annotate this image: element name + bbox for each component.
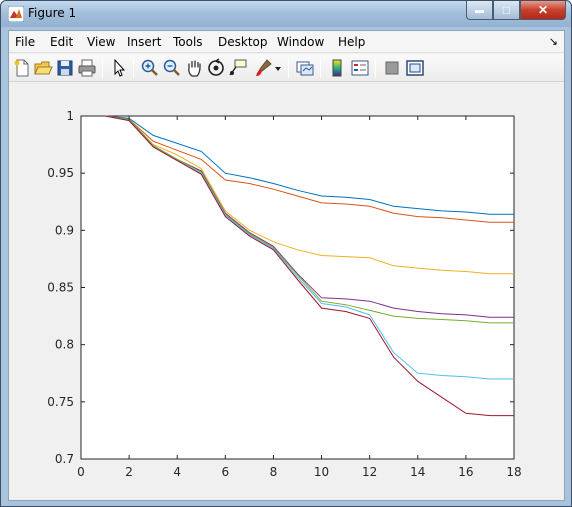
menu-help[interactable]: Help <box>338 35 365 49</box>
figure-toolbar <box>9 54 564 82</box>
menu-view[interactable]: View <box>87 35 115 49</box>
x-tick-label: 8 <box>270 465 278 479</box>
insert-legend-icon[interactable] <box>350 58 370 78</box>
y-tick-label: 0.75 <box>47 395 74 409</box>
menu-insert[interactable]: Insert <box>127 35 161 49</box>
data-cursor-icon[interactable] <box>228 58 248 78</box>
figure-window: Figure 1 ▬ □ ✕ File Edit View Insert Too… <box>0 0 572 507</box>
dock-arrow-icon[interactable]: ↘ <box>549 35 558 48</box>
x-tick-label: 0 <box>77 465 85 479</box>
minimize-button[interactable]: ▬ <box>466 1 493 20</box>
line-chart[interactable]: 0 2 4 6 8 10 12 14 16 18 0.7 0.75 0.8 0.85 0.9 0.95 1 <box>9 83 564 500</box>
close-icon: ✕ <box>537 3 549 17</box>
x-tick-label: 6 <box>222 465 230 479</box>
figure-client-area: File Edit View Insert Tools Desktop Wind… <box>8 30 565 501</box>
menu-desktop[interactable]: Desktop <box>218 35 268 49</box>
menu-file[interactable]: File <box>15 35 35 49</box>
hide-plot-tools-icon[interactable] <box>382 58 402 78</box>
toolbar-separator <box>102 58 103 78</box>
x-tick-label: 10 <box>314 465 329 479</box>
x-tick-label: 14 <box>410 465 425 479</box>
axes-background <box>80 115 515 460</box>
window-title: Figure 1 <box>28 6 77 20</box>
title-bar[interactable]: Figure 1 ▬ □ ✕ <box>1 1 571 27</box>
brush-icon[interactable] <box>253 58 273 78</box>
x-tick-label: 12 <box>362 465 377 479</box>
x-tick-label: 18 <box>506 465 521 479</box>
toolbar-separator <box>375 58 376 78</box>
link-plot-icon[interactable] <box>295 58 315 78</box>
pan-hand-icon[interactable] <box>184 58 204 78</box>
y-tick-label: 0.9 <box>55 223 74 237</box>
open-file-icon[interactable] <box>33 58 53 78</box>
brush-dropdown-icon[interactable] <box>273 58 283 78</box>
edit-plot-pointer-icon[interactable] <box>109 58 129 78</box>
minimize-icon: ▬ <box>475 5 484 15</box>
menu-bar: File Edit View Insert Tools Desktop Wind… <box>9 31 564 53</box>
maximize-icon: □ <box>502 3 511 17</box>
print-icon[interactable] <box>77 58 97 78</box>
y-tick-label: 0.85 <box>47 281 74 295</box>
matlab-logo-icon <box>8 6 24 22</box>
toolbar-separator <box>288 58 289 78</box>
zoom-out-icon[interactable] <box>162 58 182 78</box>
show-plot-tools-icon[interactable] <box>405 58 425 78</box>
save-icon[interactable] <box>55 58 75 78</box>
menu-edit[interactable]: Edit <box>50 35 73 49</box>
x-tick-label: 16 <box>458 465 473 479</box>
x-tick-label: 2 <box>125 465 133 479</box>
y-tick-label: 0.8 <box>55 338 74 352</box>
y-tick-label: 0.7 <box>55 452 74 466</box>
rotate-3d-icon[interactable] <box>206 58 226 78</box>
y-tick-label: 0.95 <box>47 166 74 180</box>
zoom-in-icon[interactable] <box>140 58 160 78</box>
x-tick-label: 4 <box>173 465 181 479</box>
y-tick-label: 1 <box>66 109 74 123</box>
toolbar-separator <box>133 58 134 78</box>
toolbar-separator <box>320 58 321 78</box>
insert-colorbar-icon[interactable] <box>327 58 347 78</box>
menu-window[interactable]: Window <box>277 35 324 49</box>
figure-canvas[interactable]: 0 2 4 6 8 10 12 14 16 18 0.7 0.75 0.8 0.85 0.9 0.95 1 <box>9 83 564 500</box>
menu-tools[interactable]: Tools <box>173 35 203 49</box>
maximize-button[interactable]: □ <box>493 1 520 20</box>
new-figure-icon[interactable] <box>12 58 32 78</box>
close-button[interactable]: ✕ <box>520 1 566 20</box>
